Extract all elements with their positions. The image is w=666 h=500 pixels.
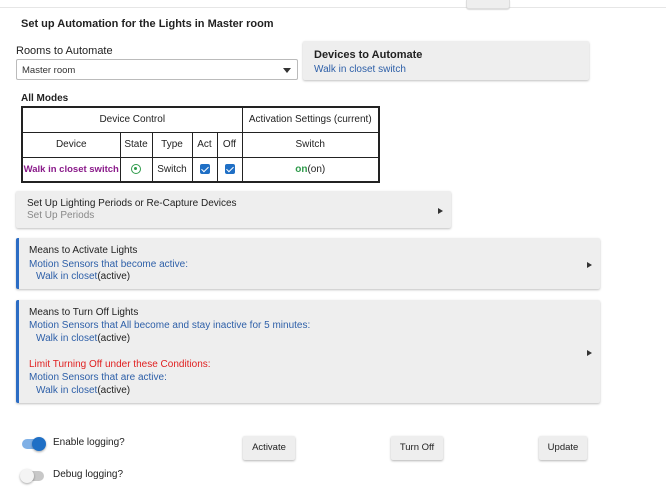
activate-button[interactable]: Activate	[243, 436, 295, 460]
enable-logging-toggle[interactable]	[22, 437, 46, 451]
turnoff-sensor2: Walk in closet(active)	[36, 385, 131, 396]
device-control-table: Device Control Activation Settings (curr…	[21, 106, 380, 183]
col-off: Off	[216, 131, 243, 158]
switch-status: on(on)	[241, 156, 380, 183]
devices-to-automate-button[interactable]: Devices to Automate Walk in closet switc…	[303, 41, 589, 80]
activate-lights-card[interactable]: Means to Activate Lights Motion Sensors …	[16, 238, 600, 289]
turn-off-lights-card[interactable]: Means to Turn Off Lights Motion Sensors …	[16, 300, 600, 403]
turnoff-limit: Limit Turning Off under these Conditions…	[29, 359, 211, 370]
col-type: Type	[151, 131, 193, 158]
activate-title: Means to Activate Lights	[29, 245, 138, 256]
rooms-select[interactable]: Master room	[16, 59, 298, 80]
col-device: Device	[21, 131, 121, 158]
periods-title: Set Up Lighting Periods or Re-Capture De…	[27, 198, 237, 209]
top-divider	[0, 7, 666, 8]
chevron-right-icon	[587, 350, 592, 356]
debug-logging-toggle[interactable]	[20, 469, 44, 483]
enable-logging-label: Enable logging?	[53, 437, 125, 448]
group-activation-settings: Activation Settings (current)	[241, 106, 380, 133]
activate-sensor: Walk in closet(active)	[36, 271, 131, 282]
col-switch: Switch	[241, 131, 380, 158]
col-act: Act	[191, 131, 218, 158]
turnoff-title: Means to Turn Off Lights	[29, 307, 139, 318]
device-link[interactable]: Walk in closet switch	[24, 164, 119, 175]
rooms-select-value: Master room	[22, 65, 76, 76]
turnoff-sensor1: Walk in closet(active)	[36, 333, 131, 344]
periods-sub: Set Up Periods	[27, 210, 95, 221]
device-type: Switch	[151, 156, 193, 183]
top-button[interactable]	[466, 0, 510, 9]
chevron-down-icon	[283, 68, 291, 73]
turnoff-line1: Motion Sensors that All become and stay …	[29, 320, 311, 331]
turnoff-line2: Motion Sensors that are active:	[29, 372, 167, 383]
col-state: State	[119, 131, 153, 158]
all-modes-label: All Modes	[21, 93, 69, 104]
debug-logging-label: Debug logging?	[53, 469, 124, 480]
group-device-control: Device Control	[21, 106, 243, 133]
lighting-periods-button[interactable]: Set Up Lighting Periods or Re-Capture De…	[16, 191, 451, 228]
chevron-right-icon	[438, 208, 443, 214]
devices-value: Walk in closet switch	[314, 64, 406, 75]
off-checkbox[interactable]	[224, 164, 235, 175]
chevron-right-icon	[587, 262, 592, 268]
page-title: Set up Automation for the Lights in Mast…	[21, 18, 274, 30]
table-row: Walk in closet switch Switch on(on)	[21, 156, 380, 183]
act-checkbox[interactable]	[199, 164, 210, 175]
turn-off-button[interactable]: Turn Off	[391, 436, 443, 460]
devices-header: Devices to Automate	[314, 49, 423, 61]
update-button[interactable]: Update	[539, 436, 587, 460]
state-radio-icon[interactable]	[131, 164, 141, 175]
rooms-label: Rooms to Automate	[16, 45, 113, 57]
activate-line1: Motion Sensors that become active:	[29, 259, 188, 270]
